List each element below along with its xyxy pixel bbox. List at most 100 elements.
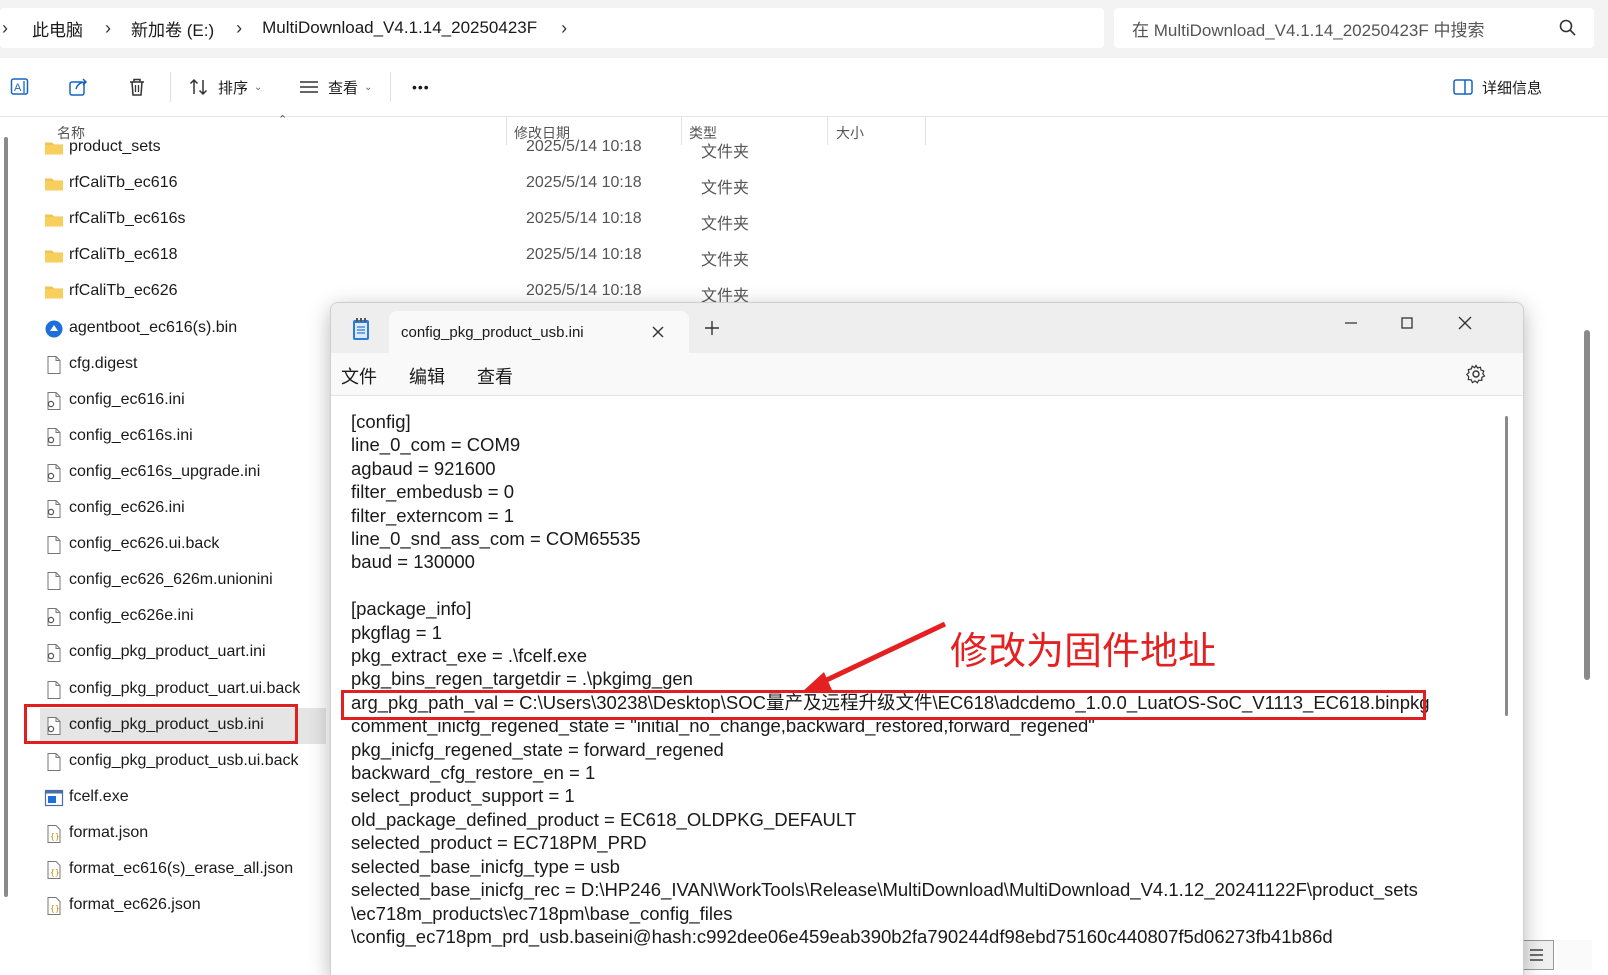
editor-line[interactable]: old_package_defined_product = EC618_OLDP… bbox=[351, 808, 1430, 831]
editor-line[interactable]: [config] bbox=[351, 410, 1430, 433]
json-file-icon: {} bbox=[44, 860, 64, 880]
notepad-tab[interactable]: config_pkg_product_usb.ini bbox=[389, 311, 689, 353]
editor-line[interactable]: [package_info] bbox=[351, 597, 1430, 620]
ini-file-icon bbox=[44, 463, 64, 483]
menu-file[interactable]: 文件 bbox=[341, 363, 377, 389]
details-pane-button[interactable]: 详细信息 bbox=[1452, 72, 1542, 102]
editor-line[interactable]: \config_ec718pm_prd_usb.baseini@hash:c99… bbox=[351, 925, 1430, 948]
editor-line[interactable]: selected_base_inicfg_rec = D:\HP246_IVAN… bbox=[351, 878, 1430, 901]
sort-icon bbox=[189, 78, 208, 96]
editor-line[interactable]: selected_product = EC718PM_PRD bbox=[351, 831, 1430, 854]
search-icon[interactable] bbox=[1556, 16, 1580, 40]
tiles-view-toggle[interactable] bbox=[1556, 940, 1592, 970]
gear-icon[interactable] bbox=[1465, 363, 1487, 385]
bin-file-icon bbox=[44, 319, 64, 339]
file-icon bbox=[44, 752, 64, 772]
editor-line[interactable]: filter_externcom = 1 bbox=[351, 504, 1430, 527]
chevron-right-icon[interactable]: › bbox=[561, 18, 567, 39]
nav-pane-scrollbar[interactable] bbox=[4, 137, 8, 897]
editor-line[interactable]: filter_embedusb = 0 bbox=[351, 480, 1430, 503]
editor-line[interactable] bbox=[351, 574, 1430, 597]
view-label: 查看 bbox=[328, 79, 359, 97]
address-bar[interactable]: › 此电脑 › 新加卷 (E:) › MultiDownload_V4.1.14… bbox=[0, 8, 1104, 48]
file-name: rfCaliTb_ec618 bbox=[69, 246, 178, 264]
svg-text:{}: {} bbox=[50, 868, 60, 877]
share-button[interactable] bbox=[68, 72, 90, 102]
chevron-right-icon[interactable]: › bbox=[236, 18, 242, 39]
close-tab-icon[interactable] bbox=[649, 323, 667, 341]
view-list-icon bbox=[300, 81, 318, 93]
sort-label: 排序 bbox=[218, 79, 249, 97]
rename-button[interactable]: A bbox=[10, 72, 32, 102]
editor-scrollbar[interactable] bbox=[1505, 416, 1508, 716]
file-name: config_ec616.ini bbox=[69, 390, 185, 408]
search-placeholder: 在 MultiDownload_V4.1.14_20250423F 中搜索 bbox=[1132, 20, 1485, 40]
view-button[interactable]: 查看 ⌄ bbox=[298, 72, 372, 102]
ini-file-icon bbox=[44, 427, 64, 447]
editor-line[interactable]: backward_cfg_restore_en = 1 bbox=[351, 761, 1430, 784]
more-options-button[interactable]: ••• bbox=[412, 72, 430, 102]
search-input[interactable]: 在 MultiDownload_V4.1.14_20250423F 中搜索 bbox=[1114, 8, 1594, 48]
svg-text:A: A bbox=[14, 82, 22, 94]
annotation-label: 修改为固件地址 bbox=[950, 629, 1217, 673]
file-name: cfg.digest bbox=[69, 354, 138, 372]
menu-view[interactable]: 查看 bbox=[477, 363, 513, 389]
json-file-icon: {} bbox=[44, 896, 64, 916]
sort-button[interactable]: 排序 ⌄ bbox=[188, 72, 262, 102]
sort-ascending-icon: ⌃ bbox=[278, 114, 288, 126]
chevron-down-icon: ⌄ bbox=[254, 81, 263, 93]
details-view-icon bbox=[1530, 949, 1543, 961]
file-row[interactable]: rfCaliTb_ec616s 2025/5/14 10:18 文件夹 bbox=[44, 202, 1494, 238]
editor-line[interactable]: \ec718m_products\ec718pm\base_config_fil… bbox=[351, 902, 1430, 925]
file-list-scrollbar[interactable] bbox=[1584, 330, 1590, 680]
editor-line[interactable]: baud = 130000 bbox=[351, 550, 1430, 573]
svg-text:{}: {} bbox=[50, 832, 60, 841]
file-name: format.json bbox=[69, 823, 149, 841]
chevron-down-icon: ⌄ bbox=[364, 81, 373, 93]
details-pane-icon bbox=[1453, 79, 1473, 95]
editor-line[interactable]: line_0_com = COM9 bbox=[351, 433, 1430, 456]
notepad-tab-title: config_pkg_product_usb.ini bbox=[401, 324, 584, 341]
folder-icon bbox=[44, 138, 64, 158]
delete-button[interactable] bbox=[126, 72, 148, 102]
menu-edit[interactable]: 编辑 bbox=[409, 363, 445, 389]
file-modified: 2025/5/14 10:18 bbox=[526, 282, 642, 300]
ini-file-icon bbox=[44, 643, 64, 663]
exe-file-icon bbox=[44, 788, 64, 808]
file-type: 文件夹 bbox=[701, 216, 750, 234]
file-name: config_ec616s.ini bbox=[69, 426, 193, 444]
maximize-icon[interactable] bbox=[1397, 313, 1417, 333]
new-tab-icon[interactable] bbox=[703, 319, 721, 337]
file-name: rfCaliTb_ec616s bbox=[69, 210, 186, 228]
minimize-icon[interactable] bbox=[1341, 313, 1361, 333]
file-icon bbox=[44, 535, 64, 555]
close-window-icon[interactable] bbox=[1455, 313, 1475, 333]
editor-line[interactable]: pkg_inicfg_regened_state = forward_regen… bbox=[351, 738, 1430, 761]
ini-file-icon bbox=[44, 607, 64, 627]
breadcrumb-folder[interactable]: MultiDownload_V4.1.14_20250423F bbox=[262, 18, 537, 38]
file-row[interactable]: rfCaliTb_ec618 2025/5/14 10:18 文件夹 bbox=[44, 238, 1494, 274]
editor-line[interactable]: agbaud = 921600 bbox=[351, 457, 1430, 480]
folder-icon bbox=[44, 282, 64, 302]
file-name: fcelf.exe bbox=[69, 787, 129, 805]
file-name: config_ec616s_upgrade.ini bbox=[69, 462, 261, 480]
file-name: config_ec626_626m.unionini bbox=[69, 571, 273, 589]
ini-file-icon bbox=[44, 499, 64, 519]
file-row[interactable]: rfCaliTb_ec616 2025/5/14 10:18 文件夹 bbox=[44, 166, 1494, 202]
file-name: agentboot_ec616(s).bin bbox=[69, 318, 238, 336]
ini-file-icon bbox=[44, 391, 64, 411]
breadcrumb-drive[interactable]: 新加卷 (E:) bbox=[131, 16, 214, 41]
file-row[interactable]: product_sets 2025/5/14 10:18 文件夹 bbox=[44, 130, 1494, 166]
file-type: 文件夹 bbox=[701, 144, 750, 161]
editor-line[interactable]: line_0_snd_ass_com = COM65535 bbox=[351, 527, 1430, 550]
breadcrumb-this-pc[interactable]: 此电脑 bbox=[32, 16, 83, 41]
chevron-right-icon[interactable]: › bbox=[2, 18, 8, 39]
file-name: config_pkg_product_uart.ini bbox=[69, 643, 266, 661]
editor-line[interactable]: selected_base_inicfg_type = usb bbox=[351, 855, 1430, 878]
notepad-menubar: 文件 编辑 查看 bbox=[331, 353, 1523, 396]
file-name: config_ec626.ui.back bbox=[69, 535, 220, 553]
file-modified: 2025/5/14 10:18 bbox=[526, 246, 642, 264]
file-modified: 2025/5/14 10:18 bbox=[526, 138, 642, 155]
chevron-right-icon[interactable]: › bbox=[105, 18, 111, 39]
editor-line[interactable]: select_product_support = 1 bbox=[351, 784, 1430, 807]
